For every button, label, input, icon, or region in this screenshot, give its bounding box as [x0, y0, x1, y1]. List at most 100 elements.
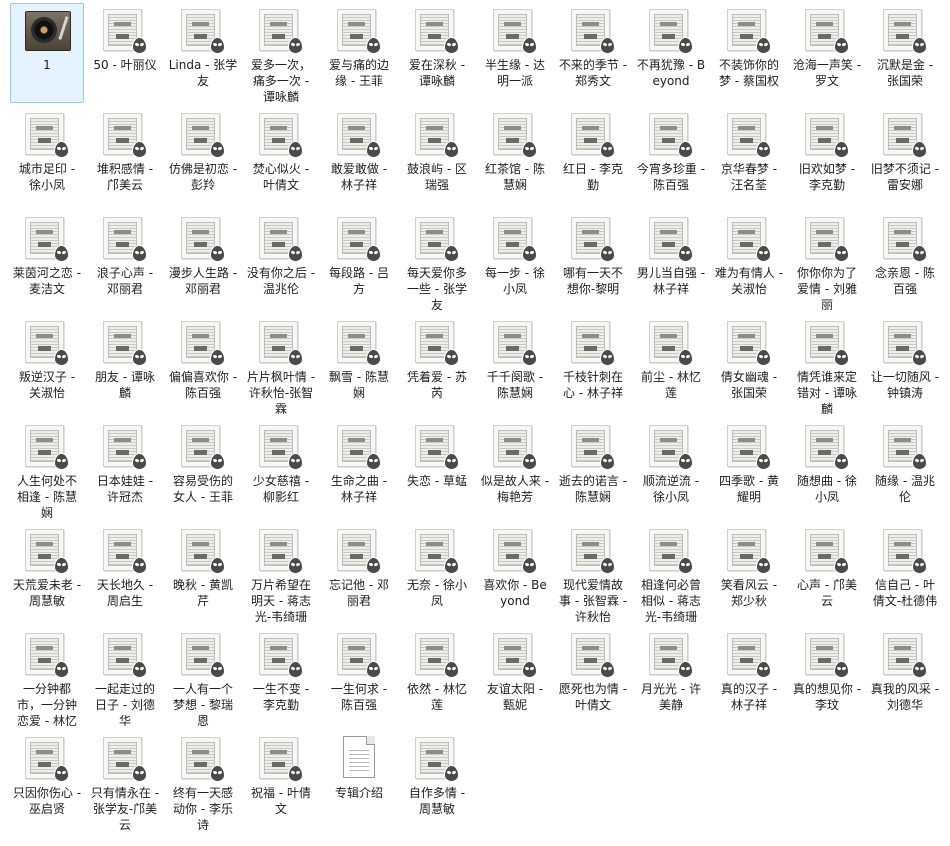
file-item[interactable]: 一人有一个梦想 - 黎瑞恩 [166, 627, 240, 727]
file-item[interactable]: 一生何求 - 陈百强 [322, 627, 396, 727]
file-item[interactable]: 没有你之后 - 温兆伦 [244, 211, 318, 311]
file-name-label: 没有你之后 - 温兆伦 [246, 266, 316, 296]
file-item[interactable]: 千枝针刺在心 - 林子祥 [556, 315, 630, 415]
file-item[interactable]: 红日 - 李克勤 [556, 107, 630, 207]
file-item[interactable]: 50 - 叶丽仪 [88, 3, 162, 103]
file-name-label: 京华春梦 - 汪名荃 [720, 162, 778, 192]
file-item[interactable]: 不装饰你的梦 - 蔡国权 [712, 3, 786, 103]
file-item[interactable]: 莱茵河之恋 - 麦洁文 [10, 211, 84, 311]
file-item[interactable]: 祝福 - 叶倩文 [244, 731, 318, 831]
file-item[interactable]: 1 [10, 3, 84, 103]
cd-cover-icon [569, 527, 617, 575]
file-item[interactable]: 专辑介绍 [322, 731, 396, 831]
file-item[interactable]: 终有一天感动你 - 李乐诗 [166, 731, 240, 831]
file-item[interactable]: 心声 - 邝美云 [790, 523, 864, 623]
file-item[interactable]: 真的汉子 - 林子祥 [712, 627, 786, 727]
file-item[interactable]: 似是故人来 - 梅艳芳 [478, 419, 552, 519]
file-item[interactable]: 不来的季节 - 郑秀文 [556, 3, 630, 103]
file-item[interactable]: 沧海一声笑 - 罗文 [790, 3, 864, 103]
file-item[interactable]: 男儿当自强 - 林子祥 [634, 211, 708, 311]
file-item[interactable]: 倩女幽魂 - 张国荣 [712, 315, 786, 415]
file-item[interactable]: 信自己 - 叶倩文-杜德伟 [868, 523, 942, 623]
file-item[interactable]: 四季歌 - 黄耀明 [712, 419, 786, 519]
file-item[interactable]: 日本娃娃 - 许冠杰 [88, 419, 162, 519]
file-item[interactable]: 自作多情 - 周慧敏 [400, 731, 474, 831]
file-item[interactable]: 喜欢你 - Beyond [478, 523, 552, 623]
file-item[interactable]: 情凭谁来定错对 - 谭咏麟 [790, 315, 864, 415]
file-item[interactable]: 一起走过的日子 - 刘德华 [88, 627, 162, 727]
file-item[interactable]: 真我的风采 - 刘德华 [868, 627, 942, 727]
file-item[interactable]: 依然 - 林忆莲 [400, 627, 474, 727]
file-item[interactable]: 仿佛是初恋 - 彭羚 [166, 107, 240, 207]
file-name-label: 只有情永在 - 张学友-邝美云 [90, 786, 160, 830]
cd-cover-icon [491, 423, 539, 471]
file-item[interactable]: 生命之曲 - 林子祥 [322, 419, 396, 519]
file-item[interactable]: 爱多一次，痛多一次 - 谭咏麟 [244, 3, 318, 103]
file-item[interactable]: 随缘 - 温兆伦 [868, 419, 942, 519]
file-item[interactable]: 念亲恩 - 陈百强 [868, 211, 942, 311]
file-item[interactable]: 沉默是金 - 张国荣 [868, 3, 942, 103]
file-item[interactable]: 旧欢如梦 - 李克勤 [790, 107, 864, 207]
file-item[interactable]: 笑看风云 - 郑少秋 [712, 523, 786, 623]
file-item[interactable]: 凭着爱 - 苏芮 [400, 315, 474, 415]
file-item[interactable]: 浪子心声 - 邓丽君 [88, 211, 162, 311]
file-item[interactable]: 逝去的诺言 - 陈慧娴 [556, 419, 630, 519]
file-item[interactable]: 忘记他 - 邓丽君 [322, 523, 396, 623]
file-item[interactable]: 爱在深秋 - 谭咏麟 [400, 3, 474, 103]
file-item[interactable]: 偏偏喜欢你 - 陈百强 [166, 315, 240, 415]
file-item[interactable]: 半生缘 - 达明一派 [478, 3, 552, 103]
file-item[interactable]: 红茶馆 - 陈慧娴 [478, 107, 552, 207]
file-item[interactable]: 每天爱你多一些 - 张学友 [400, 211, 474, 311]
file-item[interactable]: 顺流逆流 - 徐小凤 [634, 419, 708, 519]
file-item[interactable]: 真的想见你 - 李玟 [790, 627, 864, 727]
cd-cover-icon [725, 215, 773, 263]
file-item[interactable]: 叛逆汉子 - 关淑怡 [10, 315, 84, 415]
file-name-label: 随缘 - 温兆伦 [875, 474, 935, 504]
file-item[interactable]: 一生不变 - 李克勤 [244, 627, 318, 727]
file-item[interactable]: 旧梦不须记 - 雷安娜 [868, 107, 942, 207]
file-item[interactable]: Linda - 张学友 [166, 3, 240, 103]
file-item[interactable]: 愿死也为情 - 叶倩文 [556, 627, 630, 727]
file-item[interactable]: 片片枫叶情 - 许秋怡-张智霖 [244, 315, 318, 415]
file-item[interactable]: 前尘 - 林忆莲 [634, 315, 708, 415]
file-item[interactable]: 人生何处不相逢 - 陈慧娴 [10, 419, 84, 519]
file-item[interactable]: 焚心似火 - 叶倩文 [244, 107, 318, 207]
file-item[interactable]: 少女慈禧 - 柳影红 [244, 419, 318, 519]
file-item[interactable]: 每一步 - 徐小凤 [478, 211, 552, 311]
file-item[interactable]: 鼓浪屿 - 区瑞强 [400, 107, 474, 207]
file-item[interactable]: 随想曲 - 徐小凤 [790, 419, 864, 519]
file-item[interactable]: 千千阕歌 - 陈慧娴 [478, 315, 552, 415]
file-item[interactable]: 万片希望在明天 - 蒋志光-韦绮珊 [244, 523, 318, 623]
file-item[interactable]: 失恋 - 草蜢 [400, 419, 474, 519]
file-item[interactable]: 友谊太阳 - 甄妮 [478, 627, 552, 727]
file-item[interactable]: 今宵多珍重 - 陈百强 [634, 107, 708, 207]
file-item[interactable]: 每段路 - 吕方 [322, 211, 396, 311]
file-item[interactable]: 朋友 - 谭咏麟 [88, 315, 162, 415]
file-item[interactable]: 只因你伤心 - 巫启贤 [10, 731, 84, 831]
file-item[interactable]: 无奈 - 徐小凤 [400, 523, 474, 623]
file-item[interactable]: 让一切随风 - 钟镇涛 [868, 315, 942, 415]
cd-cover-icon [101, 319, 149, 367]
file-item[interactable]: 城市足印 - 徐小凤 [10, 107, 84, 207]
file-item[interactable]: 月光光 - 许美静 [634, 627, 708, 727]
file-item[interactable]: 一分钟都市，一分钟恋爱 - 林忆莲 [10, 627, 84, 727]
file-item[interactable]: 天荒爱未老 - 周慧敏 [10, 523, 84, 623]
file-item[interactable]: 不再犹豫 - Beyond [634, 3, 708, 103]
file-item[interactable]: 难为有情人 - 关淑怡 [712, 211, 786, 311]
file-item[interactable]: 漫步人生路 -邓丽君 [166, 211, 240, 311]
file-item[interactable]: 天长地久 - 周启生 [88, 523, 162, 623]
cd-cover-icon [491, 527, 539, 575]
file-item[interactable]: 京华春梦 - 汪名荃 [712, 107, 786, 207]
alien-badge-icon [756, 661, 771, 678]
file-item[interactable]: 晚秋 - 黄凯芹 [166, 523, 240, 623]
file-item[interactable]: 现代爱情故事 - 张智霖 -许秋怡 [556, 523, 630, 623]
file-item[interactable]: 堆积感情 - 邝美云 [88, 107, 162, 207]
file-item[interactable]: 你你你为了爱情 - 刘雅丽 [790, 211, 864, 311]
file-item[interactable]: 相逢何必曾相似 - 蒋志光-韦绮珊 [634, 523, 708, 623]
file-item[interactable]: 只有情永在 - 张学友-邝美云 [88, 731, 162, 831]
file-item[interactable]: 爱与痛的边缘 - 王菲 [322, 3, 396, 103]
file-item[interactable]: 容易受伤的女人 - 王菲 [166, 419, 240, 519]
file-item[interactable]: 飘雪 - 陈慧娴 [322, 315, 396, 415]
file-item[interactable]: 敢爱敢做 - 林子祥 [322, 107, 396, 207]
file-item[interactable]: 哪有一天不想你-黎明 [556, 211, 630, 311]
